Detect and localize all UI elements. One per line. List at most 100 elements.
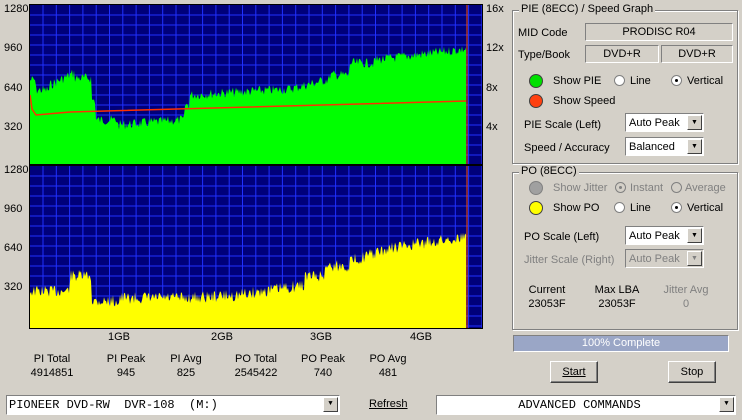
stat-value: 4914851 xyxy=(30,367,74,379)
chevron-down-icon: ▼ xyxy=(687,251,702,266)
stat-value: 945 xyxy=(116,367,136,379)
stat-pi-peak: PI Peak 945 xyxy=(96,352,156,380)
show-speed-label[interactable]: Show Speed xyxy=(553,95,615,107)
stat-label: PO Peak xyxy=(300,353,346,365)
pie-vertical-radio[interactable] xyxy=(671,75,682,86)
stat-po-total: PO Total 2545422 xyxy=(224,352,288,380)
po-y-tick: 960 xyxy=(4,203,23,215)
stat-label: PI Avg xyxy=(170,353,202,365)
show-jitter-label: Show Jitter xyxy=(553,182,608,194)
mid-code-value: PRODISC R04 xyxy=(585,23,733,41)
max-lba-label: Max LBA xyxy=(594,284,640,296)
po-y-tick: 320 xyxy=(4,281,23,293)
start-button[interactable]: Start xyxy=(550,361,598,383)
stat-pi-avg: PI Avg 825 xyxy=(156,352,216,380)
jitter-average-label: Average xyxy=(685,182,726,194)
pie-settings-group: PIE (8ECC) / Speed Graph MID Code PRODIS… xyxy=(512,3,738,164)
progress-bar: 100% Complete xyxy=(513,335,729,352)
current-value: 23053F xyxy=(528,298,566,310)
drive-value: PIONEER DVD-RW DVR-108 (M:) xyxy=(9,398,218,412)
pie-y-tick: 640 xyxy=(4,82,23,94)
x-tick: 3GB xyxy=(310,331,333,343)
type-value: DVD+R xyxy=(585,45,659,63)
chevron-down-icon[interactable]: ▼ xyxy=(687,228,702,243)
advanced-commands-select[interactable]: ADVANCED COMMANDS ▼ xyxy=(436,395,736,415)
po-graph-canvas xyxy=(30,166,482,328)
speed-tick: 8x xyxy=(486,82,498,94)
stat-po-avg: PO Avg 481 xyxy=(358,352,418,380)
stop-button-label: Stop xyxy=(680,366,704,378)
type-book-label: Type/Book xyxy=(518,49,570,61)
jitter-scale-value: Auto Peak xyxy=(629,253,680,265)
advanced-commands-value: ADVANCED COMMANDS xyxy=(518,398,641,412)
pie-y-tick: 320 xyxy=(4,121,23,133)
speed-accuracy-select[interactable]: Balanced ▼ xyxy=(625,137,704,156)
po-line-label[interactable]: Line xyxy=(630,202,651,214)
pie-graph-canvas xyxy=(30,5,482,164)
stat-label: PI Peak xyxy=(106,353,146,365)
stat-po-peak: PO Peak 740 xyxy=(291,352,355,380)
speed-tick: 12x xyxy=(486,42,504,54)
po-group-title: PO (8ECC) xyxy=(519,165,579,177)
pie-y-tick: 1280 xyxy=(4,3,29,15)
stop-button[interactable]: Stop xyxy=(668,361,716,383)
show-po-label[interactable]: Show PO xyxy=(553,202,599,214)
pie-line-radio[interactable] xyxy=(614,75,625,86)
max-lba: Max LBA 23053F xyxy=(587,283,647,311)
po-fill-area xyxy=(30,232,466,328)
pie-graph xyxy=(29,4,483,165)
drive-select[interactable]: PIONEER DVD-RW DVR-108 (M:) ▼ xyxy=(6,395,340,415)
stat-label: PO Avg xyxy=(369,353,407,365)
po-y-tick: 1280 xyxy=(4,164,29,176)
speed-accuracy-value: Balanced xyxy=(629,141,675,153)
stat-label: PO Total xyxy=(235,353,277,365)
x-tick: 4GB xyxy=(410,331,433,343)
current-label: Current xyxy=(528,284,566,296)
jitter-instant-label: Instant xyxy=(630,182,664,194)
speed-accuracy-label: Speed / Accuracy xyxy=(524,142,610,154)
jitter-scale-label: Jitter Scale (Right) xyxy=(524,254,615,266)
po-vertical-radio[interactable] xyxy=(671,202,682,213)
pie-line-label[interactable]: Line xyxy=(630,75,651,87)
refresh-link[interactable]: Refresh xyxy=(369,398,408,410)
jitter-average-radio xyxy=(671,182,682,193)
speed-tick: 16x xyxy=(486,3,504,15)
jitter-scale-select: Auto Peak ▼ xyxy=(625,249,704,268)
po-line-radio[interactable] xyxy=(614,202,625,213)
show-pie-label[interactable]: Show PIE xyxy=(553,75,601,87)
max-lba-value: 23053F xyxy=(598,298,636,310)
po-scale-value: Auto Peak xyxy=(629,230,680,242)
stat-label: PI Total xyxy=(33,353,71,365)
stat-value: 825 xyxy=(176,367,196,379)
stat-value: 740 xyxy=(313,367,333,379)
po-y-tick: 640 xyxy=(4,242,23,254)
progress-text: 100% Complete xyxy=(581,337,661,349)
chevron-down-icon[interactable]: ▼ xyxy=(719,397,734,412)
pie-scale-label: PIE Scale (Left) xyxy=(524,119,602,131)
start-button-label: Start xyxy=(562,366,586,378)
chevron-down-icon[interactable]: ▼ xyxy=(687,115,702,130)
chevron-down-icon[interactable]: ▼ xyxy=(687,139,702,154)
book-value: DVD+R xyxy=(661,45,733,63)
stat-pi-total: PI Total 4914851 xyxy=(22,352,82,380)
pie-color-swatch[interactable] xyxy=(529,74,543,88)
stat-value: 481 xyxy=(378,367,398,379)
po-color-swatch[interactable] xyxy=(529,201,543,215)
jitter-instant-radio xyxy=(615,182,626,193)
speed-color-swatch[interactable] xyxy=(529,94,543,108)
jitter-avg-value: 0 xyxy=(682,298,690,310)
chevron-down-icon[interactable]: ▼ xyxy=(323,397,338,412)
po-scale-select[interactable]: Auto Peak ▼ xyxy=(625,226,704,245)
po-scale-label: PO Scale (Left) xyxy=(524,231,600,243)
stat-value: 2545422 xyxy=(234,367,278,379)
jitter-avg: Jitter Avg 0 xyxy=(655,283,717,311)
po-graph xyxy=(29,165,483,329)
speed-tick: 4x xyxy=(486,121,498,133)
x-tick: 2GB xyxy=(211,331,234,343)
x-tick: 1GB xyxy=(108,331,131,343)
jitter-avg-label: Jitter Avg xyxy=(663,284,709,296)
pie-vertical-label[interactable]: Vertical xyxy=(687,75,723,87)
pie-y-tick: 960 xyxy=(4,42,23,54)
po-vertical-label[interactable]: Vertical xyxy=(687,202,723,214)
pie-scale-select[interactable]: Auto Peak ▼ xyxy=(625,113,704,132)
